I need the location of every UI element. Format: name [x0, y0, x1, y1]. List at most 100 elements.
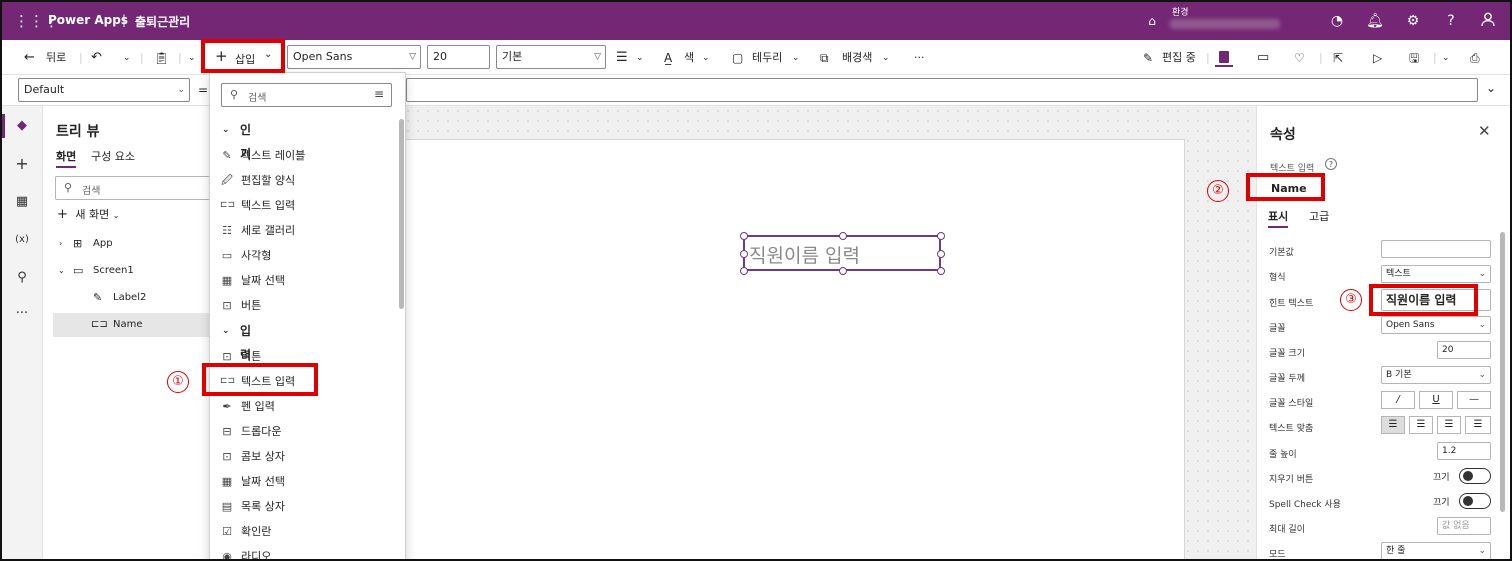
insert-item-text-label[interactable]: ✎ 텍스트 레이블 — [210, 143, 400, 168]
notification-bell-icon[interactable]: 🔔︎ — [1365, 11, 1385, 31]
settings-gear-icon[interactable]: ⚙ — [1403, 11, 1423, 31]
tree-item-screen1[interactable]: ⌄ ▭ Screen1 — [43, 259, 213, 283]
text-input-name-control[interactable]: 직원이름 입력 — [740, 232, 945, 275]
paste-icon[interactable]: 📋︎ — [154, 48, 169, 68]
close-icon[interactable]: ✕ — [1478, 122, 1491, 140]
insert-plus-icon[interactable]: + — [12, 154, 32, 174]
more-icon[interactable]: ··· — [12, 304, 32, 324]
back-arrow-icon[interactable]: ← — [24, 48, 35, 68]
document-title[interactable]: 출퇴근관리 — [135, 13, 190, 30]
publish-icon[interactable]: ⎙ — [1470, 48, 1480, 68]
resize-handle[interactable] — [937, 232, 945, 240]
font-select[interactable]: Open Sans ⌄ — [1381, 316, 1491, 334]
formula-input[interactable] — [406, 78, 1478, 102]
spell-check-toggle[interactable] — [1459, 493, 1491, 509]
color-button[interactable]: 색 — [684, 48, 694, 68]
italic-button[interactable]: / — [1381, 391, 1415, 409]
default-value-input[interactable] — [1381, 240, 1491, 258]
border-chevron-icon[interactable]: ⌄ — [792, 48, 800, 68]
fill-button[interactable]: 배경색 — [842, 48, 872, 68]
underline-button[interactable]: U — [1419, 391, 1453, 409]
app-checker-tab[interactable] — [1215, 48, 1233, 67]
resize-handle[interactable] — [839, 232, 847, 240]
border-button[interactable]: 테두리 — [752, 48, 782, 68]
tab-advanced[interactable]: 고급 — [1309, 208, 1329, 224]
paste-chevron-icon[interactable]: ⌄ — [188, 48, 196, 68]
insert-item-button[interactable]: ⊡ 버튼 — [210, 293, 400, 318]
screen1-canvas[interactable]: 직원이름 입력 — [393, 139, 1185, 559]
fill-icon[interactable]: ⧉ — [820, 48, 829, 68]
font-weight-select[interactable]: B 기본 ⌄ — [1381, 366, 1491, 384]
fill-chevron-icon[interactable]: ⌄ — [882, 48, 890, 68]
font-color-icon[interactable]: A̲ — [664, 48, 672, 68]
insert-item-rectangle[interactable]: ▭ 사각형 — [210, 243, 400, 268]
editing-status-button[interactable]: 편집 중 — [1162, 48, 1196, 68]
insert-item-combo-box[interactable]: ⊡ 콤보 상자 — [210, 444, 400, 469]
resize-handle[interactable] — [740, 250, 748, 258]
insert-search-input[interactable]: ⚲ 검색 ≡ — [221, 83, 392, 107]
new-screen-button[interactable]: + 새 화면 ⌄ — [57, 206, 119, 222]
tree-view-layers-icon[interactable]: ◆ — [12, 116, 32, 136]
line-height-input[interactable]: 1.2 — [1437, 442, 1491, 460]
resize-handle[interactable] — [839, 267, 847, 275]
insert-item-checkbox[interactable]: ☑ 확인란 — [210, 519, 400, 544]
copilot-icon[interactable]: ◔ — [1327, 11, 1347, 31]
resize-handle[interactable] — [740, 267, 748, 275]
insert-item-date-picker[interactable]: ▦ 날짜 선택 — [210, 469, 400, 494]
format-select[interactable]: 텍스트 ⌄ — [1381, 265, 1491, 283]
insert-item-dropdown[interactable]: ⊟ 드롭다운 — [210, 419, 400, 444]
undo-chevron-icon[interactable]: ⌄ — [123, 48, 131, 68]
insert-item-text-input[interactable]: ⊏⊐ 텍스트 입력 — [210, 193, 400, 218]
tree-search-input[interactable]: ⚲ 검색 — [55, 176, 215, 200]
save-icon[interactable]: 🖫︎ — [1409, 48, 1419, 68]
mode-select[interactable]: 한 줄 ⌄ — [1381, 542, 1491, 559]
help-icon[interactable]: ? — [1441, 11, 1461, 31]
tab-display[interactable]: 표시 — [1268, 208, 1289, 228]
share-icon[interactable]: ⇱ — [1333, 48, 1343, 68]
insert-item-vertical-gallery[interactable]: ☷ 세로 갤러리 — [210, 218, 400, 243]
font-size-input[interactable]: 20 — [1437, 341, 1491, 359]
align-justify-button[interactable]: ☰ — [1465, 416, 1491, 434]
align-icon[interactable]: ☰ — [616, 48, 628, 68]
undo-icon[interactable]: ↶ — [91, 48, 102, 68]
health-check-icon[interactable]: ♡ — [1294, 48, 1305, 68]
account-avatar-icon[interactable] — [1478, 11, 1498, 31]
border-icon[interactable]: ▢ — [732, 48, 743, 68]
back-button[interactable]: 뒤로 — [46, 48, 66, 68]
insert-item-date-picker[interactable]: ▦ 날짜 선택 — [210, 268, 400, 293]
tab-components[interactable]: 구성 요소 — [91, 148, 135, 164]
insert-item-radio[interactable]: ◉ 라디오 — [210, 544, 400, 559]
insert-item-list-box[interactable]: ▤ 목록 상자 — [210, 494, 400, 519]
properties-scrollbar[interactable] — [1500, 232, 1505, 512]
font-weight-select[interactable]: 기본 ▽ — [496, 45, 606, 69]
max-length-input[interactable]: 값 없음 — [1437, 517, 1491, 535]
insert-item-pen-input[interactable]: ✒ 펜 입력 — [210, 394, 400, 419]
info-icon[interactable]: ? — [1325, 158, 1337, 170]
font-size-input[interactable]: 20 — [427, 45, 490, 69]
color-chevron-icon[interactable]: ⌄ — [702, 48, 710, 68]
insert-menu-scrollbar[interactable] — [399, 119, 404, 309]
tree-item-app[interactable]: › ⊞ App — [43, 232, 213, 256]
insert-item-edit-form[interactable]: 🖉︎ 편집할 양식 — [210, 168, 400, 193]
more-options-button[interactable]: ··· — [914, 48, 925, 68]
filter-icon[interactable]: ≡ — [374, 87, 384, 101]
strikethrough-button[interactable]: — — [1457, 391, 1491, 409]
expand-formula-chevron-icon[interactable]: ⌄ — [1486, 81, 1496, 95]
save-chevron-icon[interactable]: ⌄ — [1442, 48, 1450, 68]
variables-icon[interactable]: (x) — [12, 230, 32, 250]
resize-handle[interactable] — [937, 250, 945, 258]
property-select[interactable]: Default ⌄ — [18, 78, 190, 102]
align-center-button[interactable]: ☰ — [1409, 416, 1433, 434]
tree-item-name-selected[interactable]: ⊏⊐ Name — [53, 313, 213, 337]
resize-handle[interactable] — [740, 232, 748, 240]
environment-icon[interactable]: ⌂ — [1142, 11, 1162, 31]
font-family-select[interactable]: Open Sans ▽ — [287, 45, 421, 69]
tree-item-label2[interactable]: ✎ Label2 — [43, 286, 213, 310]
align-left-button[interactable]: ☰ — [1381, 416, 1405, 434]
play-preview-icon[interactable]: ▷ — [1373, 48, 1382, 68]
align-right-button[interactable]: ☰ — [1437, 416, 1461, 434]
data-table-icon[interactable]: ▦ — [12, 192, 32, 212]
resize-handle[interactable] — [937, 267, 945, 275]
pencil-icon[interactable]: ✎ — [1143, 48, 1153, 68]
align-chevron-icon[interactable]: ⌄ — [636, 48, 644, 68]
